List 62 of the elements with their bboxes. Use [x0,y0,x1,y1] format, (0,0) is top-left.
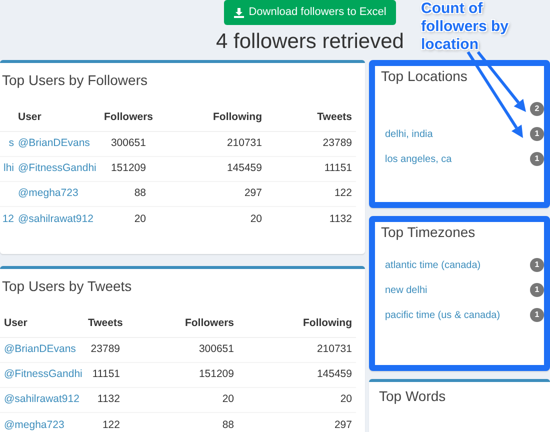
table-cell: 1132 [329,212,352,225]
count-badge: 1 [530,152,544,166]
user-link[interactable]: @megha723 [18,187,78,200]
download-icon [234,8,244,18]
table-cell: 145459 [316,368,352,380]
count-badge: 1 [530,258,544,272]
table-cell: 122 [102,418,120,431]
column-header: Tweets [266,104,356,132]
table-cell: 12 [2,212,14,225]
list-link[interactable]: new delhi [385,282,428,298]
table-cell: 151209 [198,368,234,380]
table-cell: 297 [244,187,262,200]
table-cell: 20 [250,212,262,225]
column-header: Followers [100,104,150,132]
table-cell: 88 [222,418,234,431]
user-link[interactable]: @megha723 [4,418,64,431]
table-cell: s [8,137,14,150]
column-header: Following [238,310,356,338]
panel-title: Top Users by Tweets [1,278,133,295]
panel-title: Top Users by Followers [1,72,148,89]
user-link[interactable]: @BrianDEvans [18,137,90,150]
table-cell: 20 [134,212,146,225]
column-header: User [14,104,100,132]
table-cell: 300651 [198,343,234,356]
table-cell: 20 [222,393,234,406]
table-cell: 23789 [90,343,120,356]
column-header: Tweets [84,310,124,338]
download-button[interactable]: Download followers to Excel [224,0,396,25]
table-cell: 300651 [110,137,146,150]
count-badge: 2 [530,102,544,116]
panel-title: Top Locations [381,68,468,85]
list-link[interactable]: los angeles, ca [385,152,452,167]
table-cell: 11151 [92,368,120,380]
count-badge: 1 [530,283,544,298]
list-link[interactable]: pacific time (us & canada) [385,308,500,323]
user-link[interactable]: @BrianDEvans [4,343,76,356]
panel-title: Top Timezones [381,224,476,241]
count-badge: 1 [530,127,544,142]
user-link[interactable]: @FitnessGandhi [4,368,82,380]
column-header: User [0,310,84,338]
page-heading: 4 followers retrieved [216,31,404,52]
list-link[interactable]: delhi, india [385,126,433,142]
table-cell: 23789 [322,137,352,150]
user-link[interactable]: @sahilrawat912 [4,393,80,406]
table-cell: 122 [334,187,352,200]
table-cell: 210731 [226,137,262,150]
table-cell: 88 [134,187,146,200]
table-cell: lhi [3,162,14,174]
table-cell: 151209 [110,162,146,174]
table-cell: 145459 [226,162,262,174]
column-header: Followers [124,310,238,338]
user-link[interactable]: @FitnessGandhi [18,162,96,174]
table-cell: 210731 [316,343,352,356]
annotation-text: Count of followers by location [421,0,510,54]
table-cell: 297 [334,418,352,431]
table-cell: 11151 [324,162,352,174]
table-cell: 1132 [97,393,120,406]
count-badge: 1 [530,308,544,322]
list-link[interactable]: atlantic time (canada) [385,258,481,273]
user-link[interactable]: @sahilrawat912 [18,212,94,225]
panel-title: Top Words [379,388,447,405]
table-cell: 20 [340,393,352,406]
